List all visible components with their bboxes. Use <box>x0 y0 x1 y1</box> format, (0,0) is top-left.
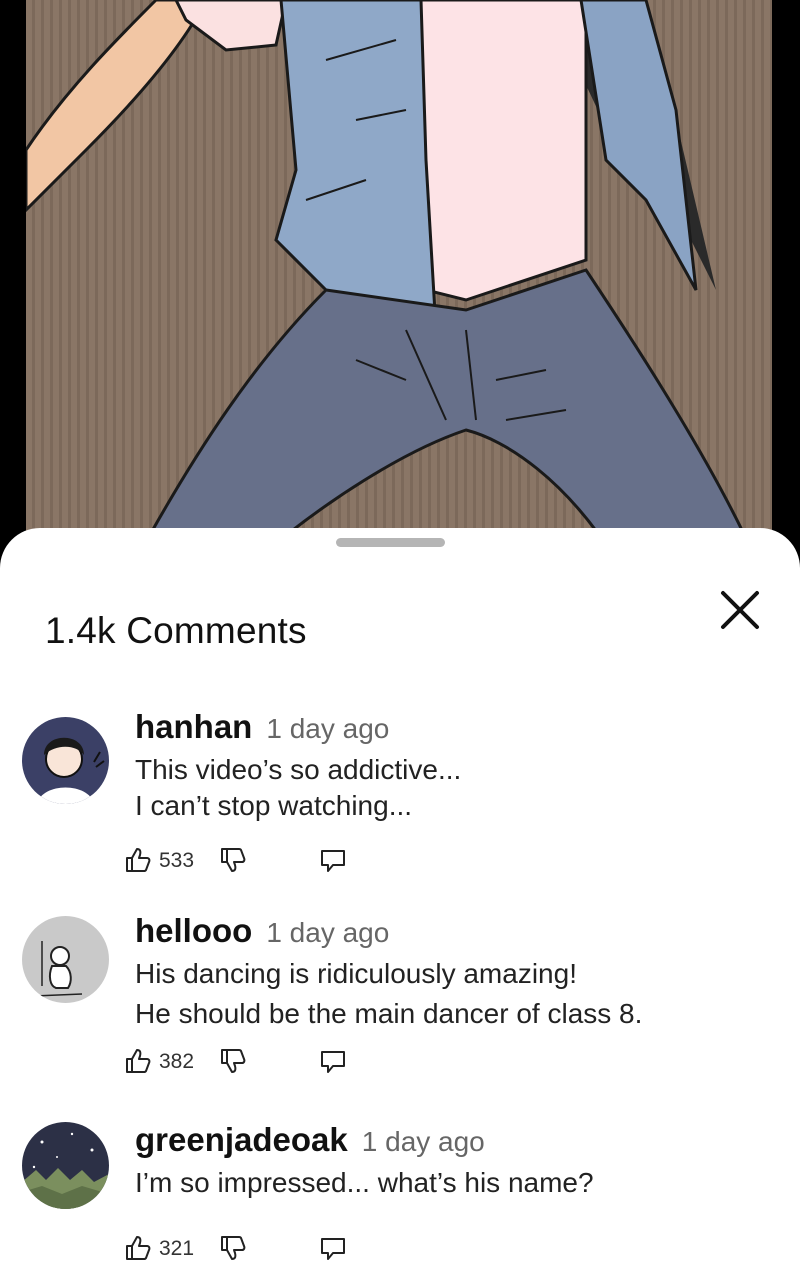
comment-text-line: This video’s so addictive... <box>135 754 462 785</box>
thumbs-up-icon[interactable] <box>124 1234 152 1262</box>
comment-username[interactable]: hanhan <box>135 708 252 745</box>
comment-text-line: I’m so impressed... what’s his name? <box>135 1167 594 1198</box>
thumbs-down-icon[interactable] <box>219 1234 247 1262</box>
avatar[interactable] <box>22 717 109 804</box>
comments-count-title: 1.4k Comments <box>45 610 307 651</box>
reply-icon[interactable] <box>319 1234 347 1262</box>
comment-text-line: His dancing is ridiculously amazing! <box>135 958 577 989</box>
comment-text-line: I can’t stop watching... <box>135 790 413 821</box>
reply-icon[interactable] <box>319 846 347 874</box>
close-icon <box>721 591 759 629</box>
comment-timestamp: 1 day ago <box>361 1126 485 1157</box>
avatar[interactable] <box>22 1122 109 1209</box>
close-button[interactable] <box>718 588 762 632</box>
comment-text-line: He should be the main dancer of class 8. <box>135 998 643 1029</box>
avatar[interactable] <box>22 916 109 1003</box>
thumbs-up-icon[interactable] <box>124 1047 152 1075</box>
comments-sheet: 1.4k Comments hanhan 1 day ago This video… <box>0 528 800 1280</box>
video-player[interactable] <box>0 0 800 560</box>
drag-handle[interactable] <box>336 538 445 547</box>
like-count: 382 <box>159 1050 195 1073</box>
thumbs-down-icon[interactable] <box>219 1047 247 1075</box>
reply-icon[interactable] <box>319 1047 347 1075</box>
like-count: 321 <box>159 1237 195 1260</box>
thumbs-up-icon[interactable] <box>124 846 152 874</box>
comment-timestamp: 1 day ago <box>266 917 390 948</box>
thumbs-down-icon[interactable] <box>219 846 247 874</box>
like-count: 533 <box>159 849 195 872</box>
comment-username[interactable]: greenjadeoak <box>135 1121 348 1158</box>
comment-username[interactable]: hellooo <box>135 912 252 949</box>
video-frame <box>26 0 772 560</box>
comment-timestamp: 1 day ago <box>266 713 390 744</box>
comic-illustration <box>26 0 758 560</box>
